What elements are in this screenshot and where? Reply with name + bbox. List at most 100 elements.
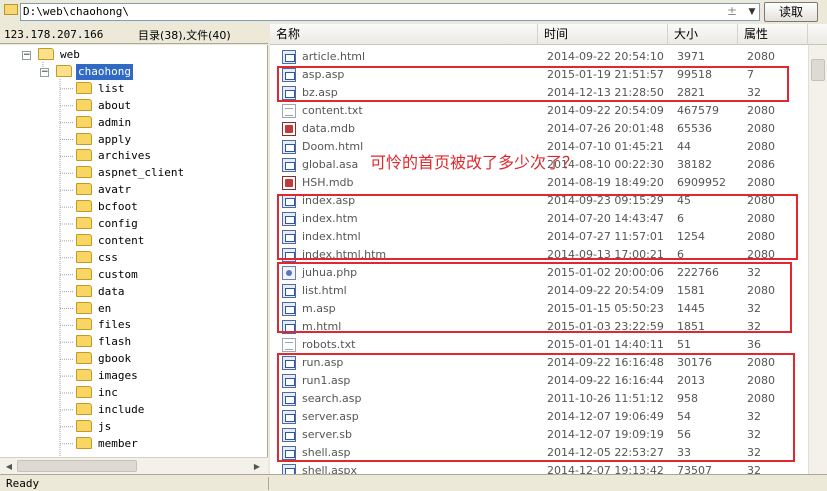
file-row[interactable]: shell.aspx 2014-12-07 19:13:42 73507 32 (270, 462, 827, 474)
folder-icon (4, 4, 18, 15)
left-pane-header: 123.178.207.166 目录(38),文件(40) (0, 24, 268, 44)
file-attr: 2080 (747, 104, 775, 117)
file-size: 3971 (677, 50, 705, 63)
tree-node-label: inc (98, 386, 118, 399)
status-text: Ready (6, 477, 40, 490)
tree-node-label: admin (98, 115, 132, 129)
file-name: robots.txt (302, 338, 356, 351)
file-size: 65536 (677, 122, 712, 135)
tree-node-inc[interactable]: inc (76, 385, 120, 401)
tree-node-list[interactable]: list (76, 81, 127, 97)
scroll-thumb[interactable] (17, 460, 137, 472)
file-list-vertical-scrollbar[interactable] (808, 45, 827, 474)
folder-icon (76, 183, 92, 196)
tree-node-custom[interactable]: custom (76, 267, 140, 283)
highlight-box-run (277, 353, 795, 462)
scroll-thumb[interactable] (811, 59, 825, 81)
tree-node-label: data (98, 284, 125, 298)
tree-node-config[interactable]: config (76, 216, 140, 232)
tree-node-web[interactable]: web (38, 47, 82, 63)
tree-node-data[interactable]: data (76, 284, 127, 300)
status-bar: Ready (0, 474, 827, 491)
column-header-attr[interactable]: 属性 (738, 24, 808, 45)
file-size: 44 (677, 140, 691, 153)
file-time: 2014-09-22 20:54:10 (547, 50, 664, 63)
chevron-down-icon[interactable]: ▼ (744, 4, 760, 20)
file-mdb-icon (282, 122, 296, 136)
tree-node-label: gbook (98, 352, 132, 366)
file-name: content.txt (302, 104, 363, 117)
file-doc-icon (282, 140, 296, 154)
tree-node-label: css (98, 250, 118, 264)
folder-icon (76, 149, 92, 162)
file-name: shell.aspx (302, 464, 358, 474)
collapse-toggle-icon[interactable]: − (22, 51, 31, 60)
column-header-time[interactable]: 时间 (538, 24, 668, 45)
read-button[interactable]: 读取 (764, 2, 818, 22)
tree-node-bcfoot[interactable]: bcfoot (76, 199, 140, 215)
folder-icon (76, 267, 92, 280)
tree-node-flash[interactable]: flash (76, 334, 133, 350)
file-time: 2014-08-19 18:49:20 (547, 176, 664, 189)
file-attr: 2080 (747, 50, 775, 63)
tree-node-label: list (98, 81, 125, 95)
tree-node-apply[interactable]: apply (76, 132, 133, 148)
column-header-size[interactable]: 大小 (668, 24, 738, 45)
tree-node-label: member (98, 436, 138, 450)
tree-node-about[interactable]: about (76, 98, 133, 114)
directory-tree[interactable]: web − chaohong − list about admin apply archives… (0, 45, 268, 457)
tree-node-en[interactable]: en (76, 301, 113, 317)
folder-icon (76, 166, 92, 179)
file-time: 2014-12-07 19:13:42 (547, 464, 664, 474)
folder-icon (76, 233, 92, 246)
tree-node-member[interactable]: member (76, 436, 140, 452)
plus-minus-icon[interactable]: ± (727, 4, 737, 18)
folder-icon (76, 81, 92, 94)
file-row[interactable]: article.html 2014-09-22 20:54:10 3971 2080 (270, 48, 827, 66)
tree-node-admin[interactable]: admin (76, 115, 133, 131)
folder-open-icon (38, 48, 54, 60)
tree-node-js[interactable]: js (76, 419, 113, 435)
tree-node-gbook[interactable]: gbook (76, 351, 133, 367)
tree-node-include[interactable]: include (76, 402, 146, 418)
folder-icon (76, 352, 92, 365)
folder-icon (76, 419, 92, 432)
folder-icon (76, 132, 92, 145)
tree-node-archives[interactable]: archives (76, 148, 153, 164)
folder-icon (76, 200, 92, 213)
tree-node-label: archives (98, 149, 151, 163)
tree-node-css[interactable]: css (76, 250, 120, 266)
file-name: HSH.mdb (302, 176, 354, 189)
tree-node-chaohong[interactable]: chaohong (56, 63, 133, 80)
file-txt-icon (282, 104, 296, 118)
collapse-toggle-icon[interactable]: − (40, 67, 49, 77)
file-time: 2015-01-01 14:40:11 (547, 338, 664, 351)
folder-icon (76, 436, 92, 449)
column-header-name[interactable]: 名称 (270, 24, 538, 45)
tree-horizontal-scrollbar[interactable]: ◀ ▶ (0, 457, 268, 474)
file-attr: 2086 (747, 158, 775, 171)
tree-node-content[interactable]: content (76, 233, 146, 249)
file-time: 2014-09-22 20:54:09 (547, 104, 664, 117)
tree-node-images[interactable]: images (76, 368, 140, 384)
file-attr: 2080 (747, 122, 775, 135)
tree-node-avatr[interactable]: avatr (76, 182, 133, 198)
file-row[interactable]: HSH.mdb 2014-08-19 18:49:20 6909952 2080 (270, 174, 827, 192)
tree-node-label: images (98, 369, 138, 383)
tree-node-aspnet_client[interactable]: aspnet_client (76, 165, 186, 181)
tree-node-label: about (98, 98, 132, 112)
path-input[interactable]: D:\web\chaohong\ (20, 3, 760, 21)
tree-node-label: avatr (98, 183, 132, 197)
file-row[interactable]: robots.txt 2015-01-01 14:40:11 51 36 (270, 336, 827, 354)
highlight-box-juhua (277, 262, 792, 333)
tree-node-files[interactable]: files (76, 317, 133, 333)
tree-node-label: custom (98, 267, 138, 281)
tree-node-label: apply (98, 132, 132, 146)
file-attr: 36 (747, 338, 761, 351)
tree-node-label: bcfoot (98, 200, 138, 214)
file-row[interactable]: data.mdb 2014-07-26 20:01:48 65536 2080 (270, 120, 827, 138)
file-size: 467579 (677, 104, 719, 117)
scroll-left-icon[interactable]: ◀ (2, 460, 16, 473)
scroll-right-icon[interactable]: ▶ (250, 460, 264, 473)
file-row[interactable]: content.txt 2014-09-22 20:54:09 467579 2080 (270, 102, 827, 120)
